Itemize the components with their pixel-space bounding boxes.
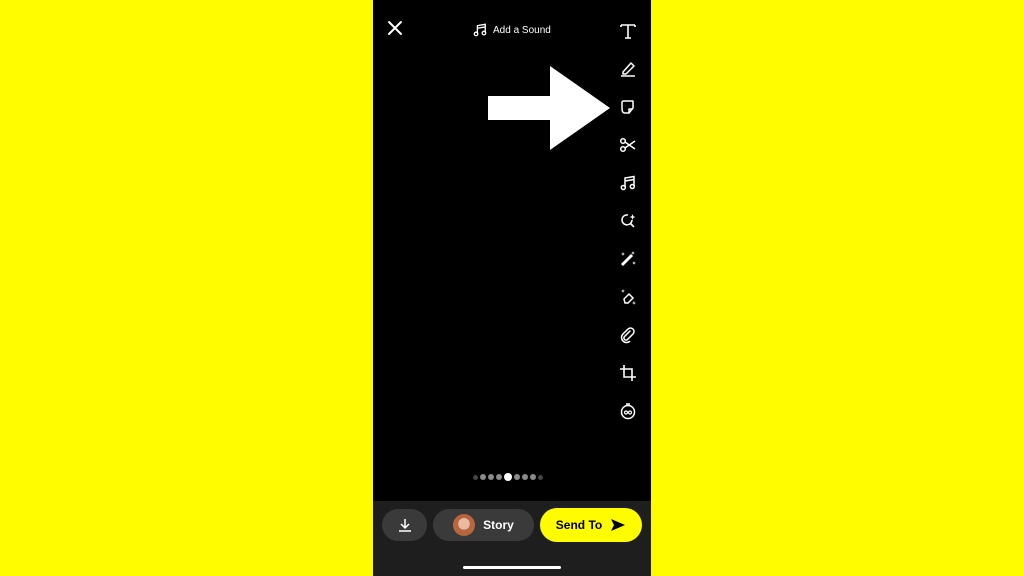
page-dot bbox=[473, 474, 478, 480]
page-dot bbox=[538, 474, 543, 480]
page-indicator bbox=[473, 473, 543, 481]
page-dot-active bbox=[504, 473, 512, 481]
page-dot bbox=[514, 474, 520, 480]
save-button[interactable] bbox=[382, 509, 427, 541]
page-dot bbox=[480, 474, 486, 480]
eraser-icon bbox=[621, 289, 636, 305]
scissors-icon bbox=[619, 137, 636, 153]
send-to-button[interactable]: Send To bbox=[540, 508, 642, 542]
story-button[interactable]: Story bbox=[433, 509, 534, 541]
send-arrow-icon bbox=[611, 519, 626, 531]
timer-icon bbox=[620, 403, 636, 420]
music-note-icon bbox=[620, 175, 636, 191]
page-dot bbox=[496, 474, 502, 480]
phone-screen: Add a Sound Story Send To bbox=[373, 0, 651, 576]
paperclip-icon bbox=[620, 327, 635, 344]
pointing-arrow bbox=[488, 66, 610, 150]
page-dot bbox=[488, 474, 494, 480]
tool-lens-search[interactable] bbox=[617, 210, 639, 232]
home-indicator bbox=[463, 566, 561, 569]
pencil-icon bbox=[621, 62, 635, 77]
magic-wand-icon bbox=[620, 251, 636, 267]
tool-scissors[interactable] bbox=[617, 134, 639, 156]
tool-music[interactable] bbox=[617, 172, 639, 194]
add-sound-label: Add a Sound bbox=[493, 24, 551, 36]
close-button[interactable] bbox=[385, 18, 405, 38]
tool-crop[interactable] bbox=[617, 362, 639, 384]
lens-search-icon bbox=[621, 214, 636, 228]
sticker-icon bbox=[621, 100, 634, 114]
music-note-icon bbox=[473, 23, 487, 37]
bottom-action-bar: Story Send To bbox=[373, 501, 651, 576]
tool-timer[interactable] bbox=[617, 400, 639, 422]
tool-sticker[interactable] bbox=[617, 96, 639, 118]
avatar bbox=[453, 514, 476, 536]
tool-magic-eraser[interactable] bbox=[617, 286, 639, 308]
tool-text[interactable] bbox=[617, 20, 639, 42]
page-dot bbox=[522, 474, 528, 480]
add-sound-button[interactable]: Add a Sound bbox=[473, 20, 551, 40]
download-icon bbox=[398, 519, 411, 532]
tool-magic-wand[interactable] bbox=[617, 248, 639, 270]
tool-attachment[interactable] bbox=[617, 324, 639, 346]
page-dot bbox=[530, 474, 536, 480]
close-icon bbox=[388, 21, 402, 35]
send-to-label: Send To bbox=[555, 518, 603, 532]
tool-draw[interactable] bbox=[617, 58, 639, 80]
text-icon bbox=[620, 24, 636, 39]
crop-icon bbox=[620, 365, 636, 381]
story-label: Story bbox=[483, 518, 514, 532]
